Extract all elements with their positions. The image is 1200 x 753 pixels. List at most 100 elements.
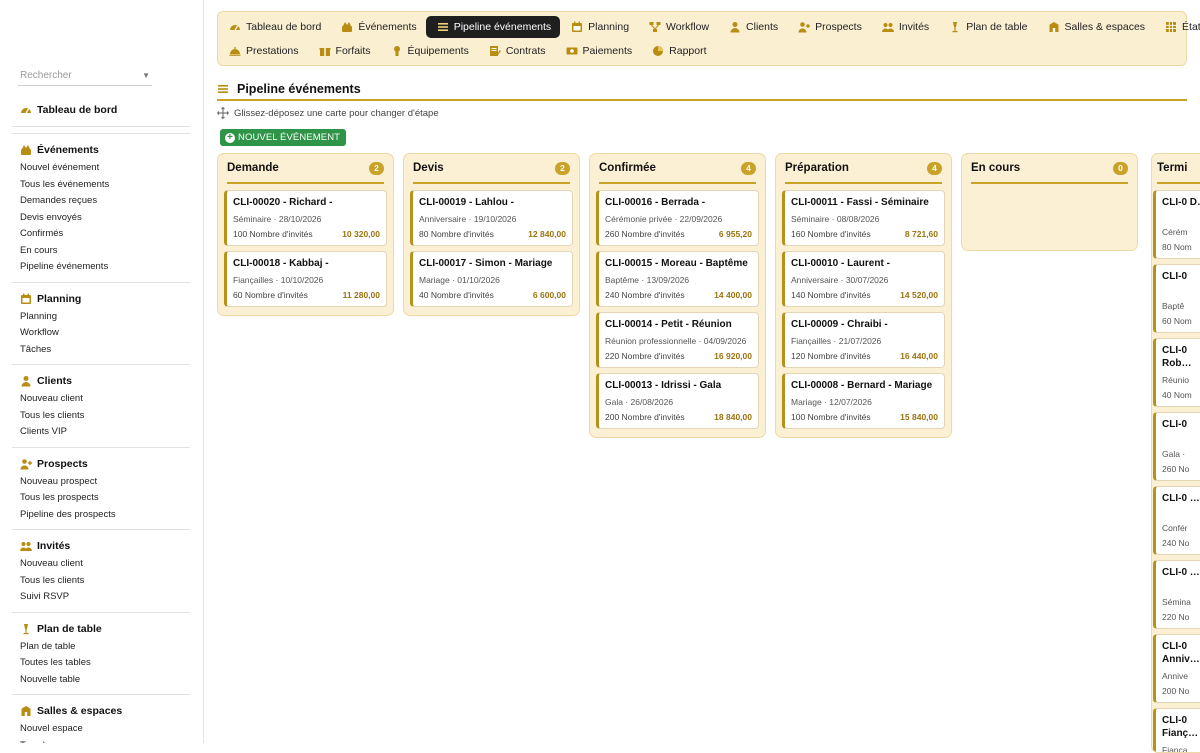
pipeline-column-devis[interactable]: Devis 2 CLI-00019 - Lahlou - Anniversair… A… — [403, 153, 580, 316]
event-card[interactable]: CLI-00019 - Lahlou - Anniversair… Anniver… — [410, 190, 573, 246]
page-header: Pipeline événements — [217, 78, 1187, 101]
guest-count: 260 No — [1162, 464, 1190, 474]
nav-tab-plan-de-table[interactable]: Plan de table — [938, 16, 1036, 38]
event-card-footer: 80 Nombre d'invités 12 840,00 — [419, 229, 566, 240]
sidebar-heading-planning[interactable]: Planning — [20, 289, 190, 309]
event-price: 10 320,00 — [342, 229, 380, 239]
event-type: Mariage — [419, 275, 450, 285]
chevron-down-icon[interactable]: ▼ — [142, 71, 150, 80]
event-card[interactable]: CLI-0 … Confér 240 No — [1153, 486, 1200, 555]
nav-tab-label: Tableau de bord — [246, 21, 322, 33]
event-card[interactable]: CLI-00013 - Idrissi - Gala Idris… Gala · … — [596, 373, 759, 429]
event-card-meta: Cérémonie privée · 22/09/2026 — [605, 214, 752, 225]
sidebar-heading-plan-de-table[interactable]: Plan de table — [20, 619, 190, 639]
prospect-icon — [20, 458, 32, 470]
nav-tab-label: Contrats — [505, 45, 546, 57]
event-card-footer: 240 Nombre d'invités 14 400,00 — [605, 290, 752, 301]
pipeline-column-confirmee[interactable]: Confirmée 4 CLI-00016 - Berrada - Cérémoni… — [589, 153, 766, 438]
nav-tab-label: Forfaits — [335, 45, 371, 57]
nav-tab-prestations[interactable]: Prestations — [218, 40, 308, 62]
event-date: 13/09/2026 — [646, 275, 690, 285]
sidebar-item-workflow[interactable]: Workflow — [20, 325, 190, 342]
event-card[interactable]: CLI-0 D… Cérém 80 Nom — [1153, 190, 1200, 259]
sidebar-item-suivi-rsvp[interactable]: Suivi RSVP — [20, 589, 190, 606]
sidebar-item-nouveau-client[interactable]: Nouveau client — [20, 391, 190, 408]
nav-tab-invites[interactable]: Invités — [871, 16, 938, 38]
event-card[interactable]: CLI-00014 - Petit - Réunion Petit Réunion… — [596, 312, 759, 368]
event-card[interactable]: CLI-0 Anniv… Annive 200 No — [1153, 634, 1200, 703]
sidebar-heading-prospects[interactable]: Prospects — [20, 454, 190, 474]
sidebar-item-tous-les-evenements[interactable]: Tous les événements — [20, 177, 190, 194]
nav-tab-equipements[interactable]: Équipements — [380, 40, 478, 62]
sidebar-heading-clients[interactable]: Clients — [20, 371, 190, 391]
sidebar-item-tous-les-clients[interactable]: Tous les clients — [20, 408, 190, 425]
search-input[interactable]: Rechercher — [20, 70, 72, 81]
sidebar-item-devis-envoyes[interactable]: Devis envoyés — [20, 210, 190, 227]
sidebar-item-tous-les-prospects[interactable]: Tous les prospects — [20, 490, 190, 507]
sidebar-item-nouvel-espace[interactable]: Nouvel espace — [20, 721, 190, 738]
event-card[interactable]: CLI-00017 - Simon - Mariage Simon Mariage… — [410, 251, 573, 307]
sidebar-item-demandes-recues[interactable]: Demandes reçues — [20, 193, 190, 210]
sidebar-item-tous-les-clients[interactable]: Tous les clients — [20, 573, 190, 590]
nav-tab-salles-espaces[interactable]: Salles & espaces — [1037, 16, 1155, 38]
pipeline-column-preparation[interactable]: Préparation 4 CLI-00011 - Fassi - Séminair… — [775, 153, 952, 438]
nav-tab-paiements[interactable]: Paiements — [555, 40, 642, 62]
event-card[interactable]: CLI-00018 - Kabbaj - Fiançailles… Fiançai… — [224, 251, 387, 307]
sidebar-item-confirmes[interactable]: Confirmés — [20, 226, 190, 243]
sidebar-item-planning[interactable]: Planning — [20, 309, 190, 326]
pipeline-column-en-cours[interactable]: En cours 0 — [961, 153, 1138, 251]
sidebar-heading-evenements[interactable]: Événements — [20, 140, 190, 160]
nav-tab-planning[interactable]: Planning — [560, 16, 638, 38]
nav-tab-workflow[interactable]: Workflow — [638, 16, 718, 38]
sidebar-heading-invites[interactable]: Invités — [20, 536, 190, 556]
sidebar-item-tous-les-espaces[interactable]: Tous les espaces — [20, 738, 190, 744]
nav-tab-clients[interactable]: Clients — [718, 16, 787, 38]
sidebar-item-taches[interactable]: Tâches — [20, 342, 190, 359]
event-card[interactable]: CLI-0 Baptê 60 Nom — [1153, 264, 1200, 333]
sidebar-item-nouveau-client[interactable]: Nouveau client — [20, 556, 190, 573]
event-card-meta: Mariage · 01/10/2026 — [419, 275, 566, 286]
sidebar-heading-tableau-de-bord[interactable]: Tableau de bord — [20, 100, 190, 120]
event-card[interactable]: CLI-0 … Sémina 220 No — [1153, 560, 1200, 629]
event-card-title: CLI-00008 - Bernard - Mariage Be… — [791, 380, 933, 391]
event-card[interactable]: CLI-00015 - Moreau - Baptême Mor… Baptême… — [596, 251, 759, 307]
nav-tab-evenements[interactable]: Événements — [330, 16, 425, 38]
grid-icon — [1165, 21, 1177, 33]
event-card[interactable]: CLI-0 Rob… Réunio 40 Nom — [1153, 338, 1200, 407]
new-event-button[interactable]: + NOUVEL ÉVÉNEMENT — [220, 129, 347, 146]
sidebar-item-plan-de-table[interactable]: Plan de table — [20, 639, 190, 656]
sidebar-menu: Rechercher ▼ Tableau de bord Événements No… — [12, 66, 190, 743]
nav-tab-pipeline-evenements[interactable]: Pipeline événements — [425, 16, 561, 38]
sidebar-item-pipeline-des-prospects[interactable]: Pipeline des prospects — [20, 507, 190, 524]
pipeline-column-clipped[interactable]: Termi CLI-0 D… Cérém 80 Nom CLI-0 Baptê 60 Nom… — [1151, 153, 1200, 753]
sidebar-search[interactable]: Rechercher ▼ — [18, 66, 152, 86]
event-card-meta: Fiançailles · 21/07/2026 — [791, 336, 938, 347]
event-card[interactable]: CLI-00008 - Bernard - Mariage Be… Mariage… — [782, 373, 945, 429]
sidebar-item-pipeline-evenements[interactable]: Pipeline événements — [20, 259, 190, 276]
event-card[interactable]: CLI-00016 - Berrada - Cérémonie … Cérémon… — [596, 190, 759, 246]
nav-tab-prospects[interactable]: Prospects — [787, 16, 871, 38]
event-card[interactable]: CLI-00011 - Fassi - Séminaire Fa… Séminai… — [782, 190, 945, 246]
event-date: 22/09/2026 — [679, 214, 723, 224]
sidebar-item-toutes-les-tables[interactable]: Toutes les tables — [20, 655, 190, 672]
event-card-footer: 220 Nombre d'invités 16 920,00 — [605, 351, 752, 362]
sidebar-item-nouveau-prospect[interactable]: Nouveau prospect — [20, 474, 190, 491]
nav-tab-forfaits[interactable]: Forfaits — [308, 40, 380, 62]
event-card[interactable]: CLI-0 Fianç… Fiança — [1153, 708, 1200, 752]
event-card[interactable]: CLI-00009 - Chraibi - Fiançaille… Fiançai… — [782, 312, 945, 368]
nav-tab-rapport[interactable]: Rapport — [641, 40, 715, 62]
event-card[interactable]: CLI-00020 - Richard - Séminaire … Séminai… — [224, 190, 387, 246]
sidebar-item-en-cours[interactable]: En cours — [20, 243, 190, 260]
sidebar-item-nouvel-evenement[interactable]: Nouvel événement — [20, 160, 190, 177]
sidebar-item-clients-vip[interactable]: Clients VIP — [20, 424, 190, 441]
nav-tab-tableau-de-bord[interactable]: Tableau de bord — [218, 16, 330, 38]
nav-tab-contrats[interactable]: Contrats — [478, 40, 555, 62]
nav-tab-etat-des-salles[interactable]: État des salles — [1154, 16, 1200, 38]
sidebar-heading-salles-espaces[interactable]: Salles & espaces — [20, 701, 190, 721]
event-date: 12/07/2026 — [829, 397, 872, 407]
event-card[interactable]: CLI-00010 - Laurent - Anniversai… Anniver… — [782, 251, 945, 307]
event-type: Sémina — [1162, 597, 1191, 607]
event-card[interactable]: CLI-0 Gala · 260 No — [1153, 412, 1200, 481]
sidebar-item-nouvelle-table[interactable]: Nouvelle table — [20, 672, 190, 689]
pipeline-column-demande[interactable]: Demande 2 CLI-00020 - Richard - Séminaire … — [217, 153, 394, 316]
